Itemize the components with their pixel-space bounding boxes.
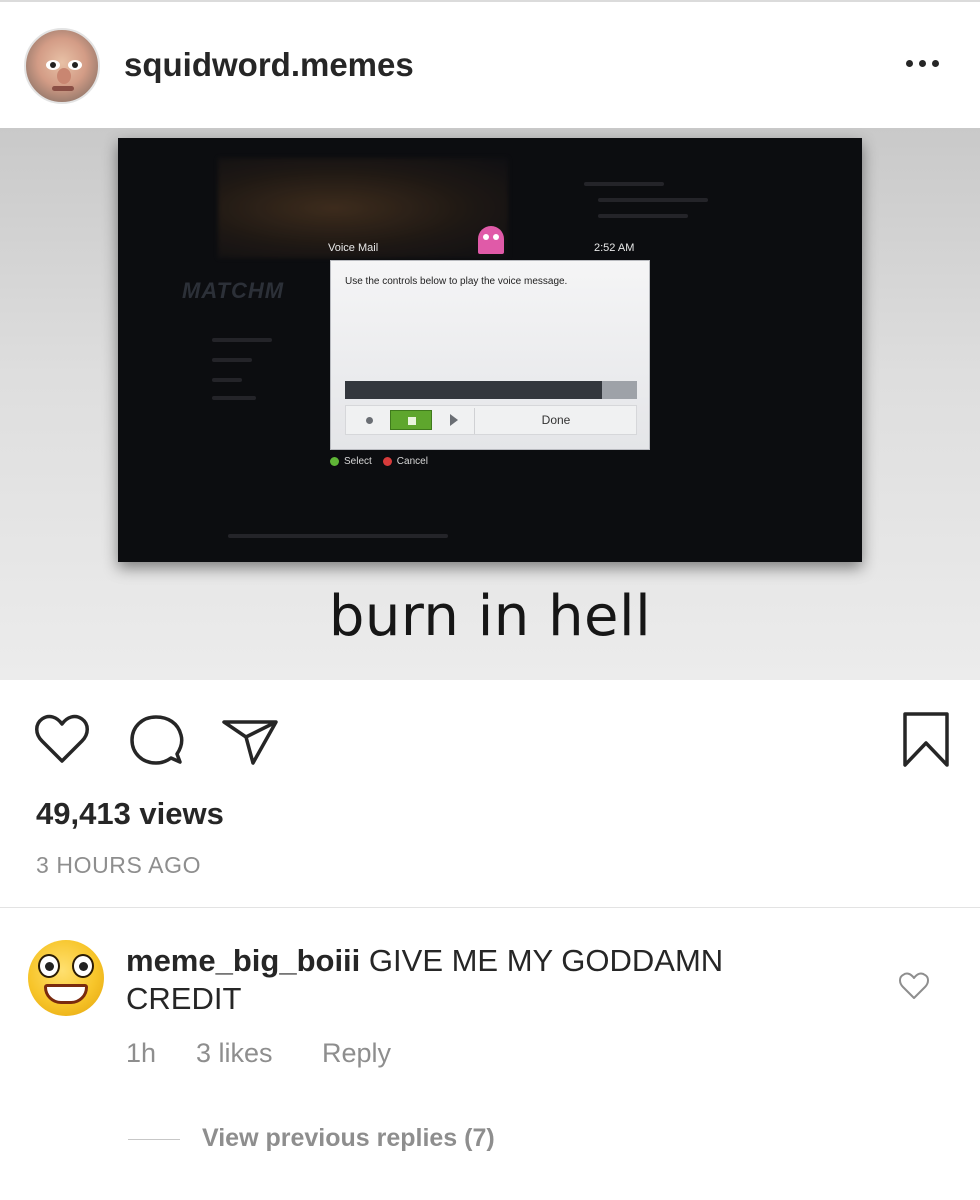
avatar-eye: [46, 60, 60, 70]
profile-avatar[interactable]: [24, 28, 100, 104]
playback-controls: Done: [345, 405, 637, 435]
comment-likes[interactable]: 3 likes: [196, 1038, 273, 1069]
reply-button[interactable]: Reply: [322, 1038, 391, 1069]
voicemail-title: Voice Mail: [328, 242, 379, 254]
record-icon: [366, 417, 373, 424]
ghost-gamerpic-icon: [478, 226, 504, 254]
select-label: Select: [344, 456, 372, 467]
blurred-text: [584, 182, 664, 186]
avatar-eye: [38, 954, 60, 978]
avatar-eye: [68, 60, 82, 70]
done-label: Done: [541, 413, 571, 427]
section-divider: [0, 907, 980, 908]
play-icon: [450, 414, 458, 426]
blurred-text: [598, 198, 708, 202]
blurred-heading: MATCHM: [182, 278, 285, 303]
action-bar: [0, 680, 980, 780]
blurred-text: [212, 396, 256, 400]
post-media[interactable]: MATCHM Voice Mail 2:52 AM Use the contro…: [0, 128, 980, 680]
b-button-icon: [382, 457, 392, 466]
comment-body: meme_big_boiii GIVE ME MY GODDAMN CREDIT: [126, 942, 826, 1018]
tv-screen: MATCHM Voice Mail 2:52 AM Use the contro…: [118, 138, 862, 562]
commenter-avatar[interactable]: [28, 940, 104, 1016]
avatar-mouth: [44, 984, 88, 1004]
comment-icon[interactable]: [126, 710, 186, 770]
cancel-label: Cancel: [396, 456, 428, 467]
send-icon[interactable]: [220, 710, 280, 770]
video-caption: burn in hell: [328, 584, 652, 649]
comment-username[interactable]: meme_big_boiii: [126, 943, 360, 978]
avatar-mouth: [52, 86, 74, 91]
avatar-eye: [72, 954, 94, 978]
clock-readout: 2:52 AM: [594, 242, 635, 254]
view-replies-button[interactable]: View previous replies (7): [202, 1124, 495, 1153]
post-username[interactable]: squidword.memes: [124, 46, 414, 84]
comment-heart-icon[interactable]: [898, 970, 930, 1002]
voicemail-message: Use the controls below to play the voice…: [345, 276, 568, 287]
post-timestamp: 3 HOURS AGO: [36, 852, 202, 878]
stop-icon: [390, 410, 432, 430]
blurred-text: [212, 338, 272, 342]
voicemail-dialog: Use the controls below to play the voice…: [330, 260, 650, 450]
avatar-nose: [57, 68, 71, 84]
blurred-text: [212, 358, 252, 362]
post-header: squidword.memes: [0, 2, 980, 128]
blurred-text: [228, 534, 448, 538]
button-legend: Select Cancel: [330, 456, 428, 467]
playback-progress-bar: [345, 381, 637, 399]
heart-icon[interactable]: [32, 710, 92, 770]
playback-progress-fill: [345, 381, 602, 399]
comment-age: 1h: [126, 1038, 157, 1068]
blurred-text: [598, 214, 688, 218]
bookmark-icon[interactable]: [896, 710, 956, 770]
replies-line: [128, 1139, 180, 1140]
more-dots-icon[interactable]: [906, 60, 946, 74]
view-count[interactable]: 49,413 views: [36, 796, 224, 832]
a-button-icon: [330, 457, 339, 466]
blurred-text: [212, 378, 242, 382]
